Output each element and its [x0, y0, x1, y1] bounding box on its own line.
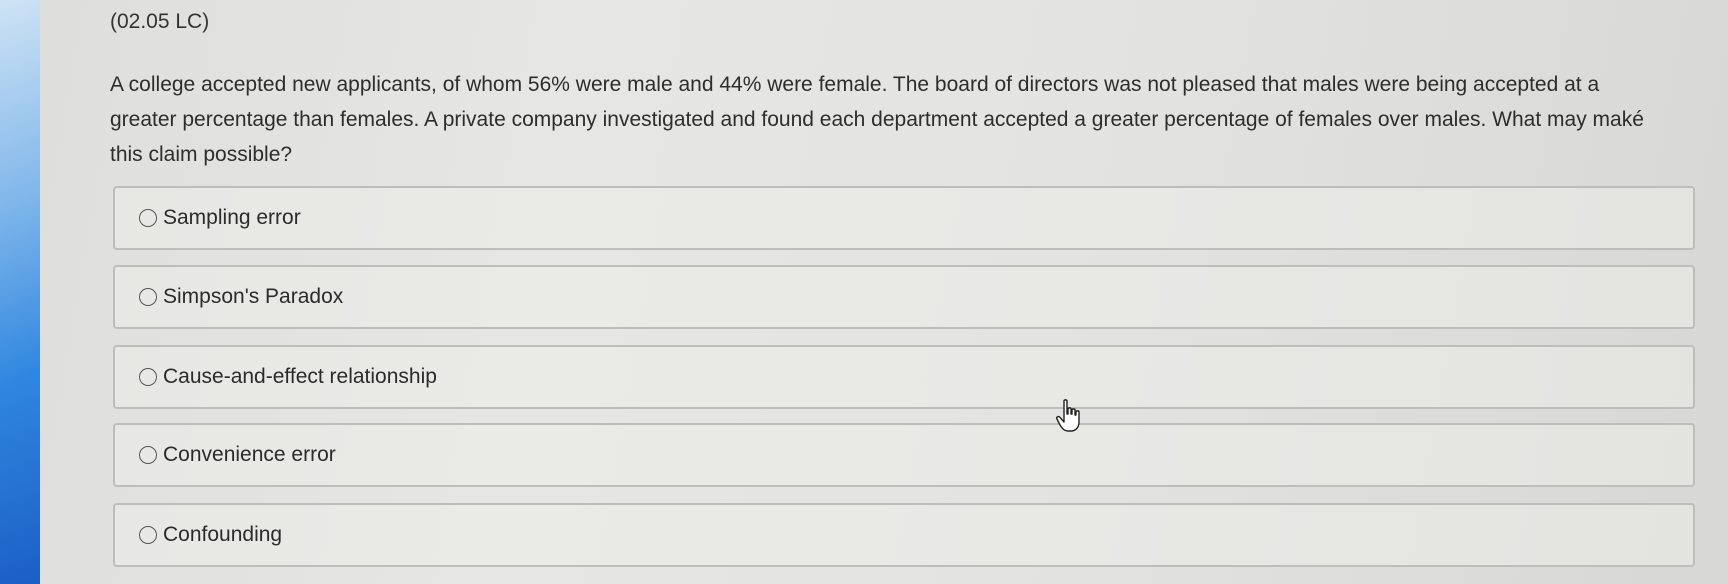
question-code: (02.05 LC): [110, 10, 210, 33]
radio-empty-icon[interactable]: [139, 368, 157, 386]
option-confounding[interactable]: Confounding: [113, 503, 1695, 567]
question-text: A college accepted new applicants, of wh…: [110, 73, 1644, 166]
option-simpsons-paradox[interactable]: Simpson's Paradox: [113, 265, 1695, 329]
option-convenience-error[interactable]: Convenience error: [113, 423, 1695, 487]
radio-empty-icon[interactable]: [139, 526, 157, 544]
option-label: Confounding: [163, 523, 283, 546]
option-label: Sampling error: [163, 206, 301, 229]
monitor-edge: [0, 0, 40, 584]
radio-empty-icon[interactable]: [139, 209, 157, 227]
radio-empty-icon[interactable]: [139, 288, 157, 306]
option-label: Simpson's Paradox: [163, 285, 344, 308]
option-label: Cause-and-effect relationship: [163, 365, 437, 388]
option-cause-and-effect[interactable]: Cause-and-effect relationship: [113, 345, 1695, 409]
option-label: Convenience error: [163, 443, 336, 466]
hand-pointer-icon: [1056, 399, 1080, 432]
radio-empty-icon[interactable]: [139, 446, 157, 464]
option-sampling-error[interactable]: Sampling error: [113, 186, 1695, 250]
